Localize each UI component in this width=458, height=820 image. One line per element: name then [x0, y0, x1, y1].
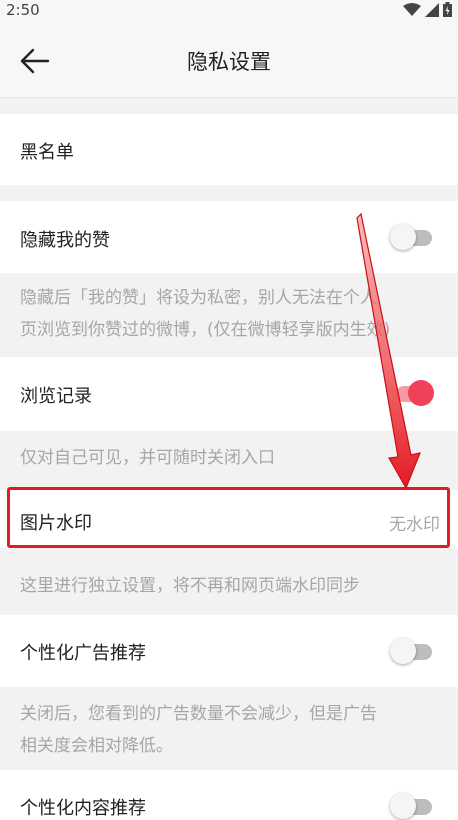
annotation-arrow — [356, 212, 421, 490]
